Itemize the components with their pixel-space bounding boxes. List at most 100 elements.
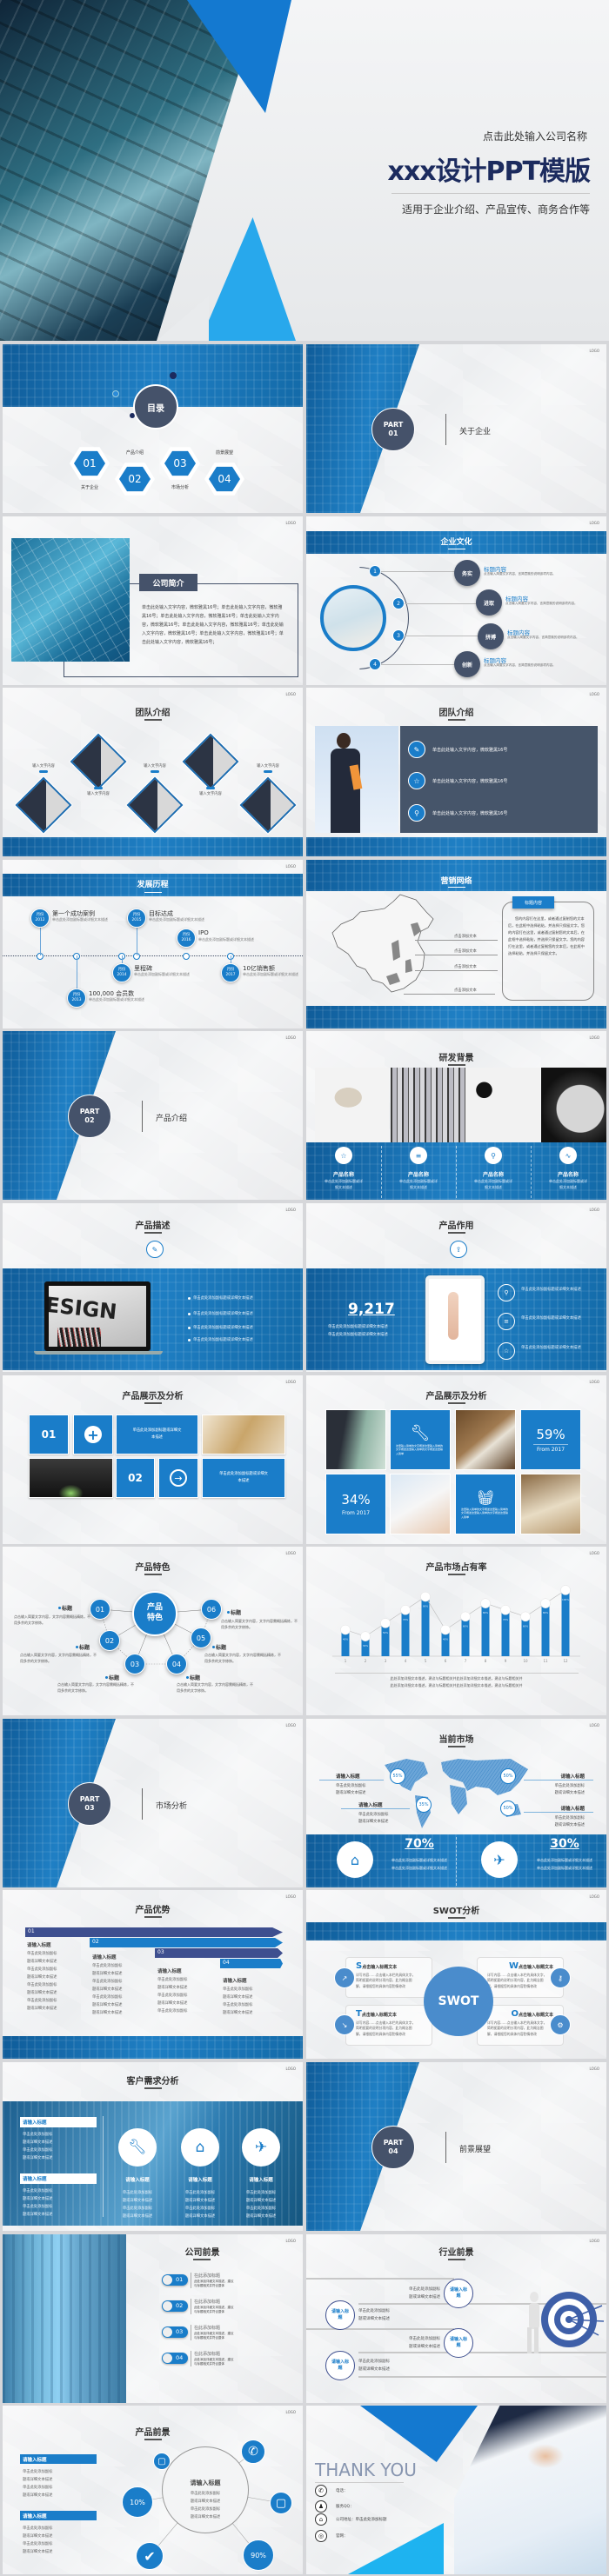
milestone-desc: 单击此处添加副标题或详细文本描述	[149, 917, 204, 922]
advantage-line: 题或详细文本描述	[92, 2011, 123, 2015]
industry-desc: 单击此处添加副标	[409, 2337, 440, 2341]
needs-side-line: 单击此处添加副标	[23, 2133, 53, 2137]
leader-line	[415, 940, 498, 941]
slide-about[interactable]: LOGO 公司简介 单击此处输入文字内容，微软雅黑16号；单击此处输入文字内容，微软…	[3, 516, 303, 685]
swot-center: SWOT	[424, 1967, 493, 2036]
x-tick-label: 5	[425, 1659, 427, 1663]
slide-industry[interactable]: LOGO 行业前景 请输入标题 单击此处添加副标 题或详细文本描述 请输入标题 单击此处添加…	[306, 2234, 606, 2403]
culture-tag: 创新	[454, 651, 480, 677]
column-divider	[531, 1146, 532, 1198]
needs-item-line: 题或详细文本描述	[245, 2199, 277, 2203]
industry-desc: 题或详细文本描述	[358, 2317, 390, 2321]
region-line	[524, 1812, 593, 1813]
slide-company-outlook[interactable]: LOGO 公司前景 01 在此添加标题 此处添加详细文本描述，建议 与标题相关并符合整体 0…	[3, 2234, 303, 2403]
milestone-desc: 单击此处添加副标题或详细文本描述	[243, 972, 298, 976]
advantage-line: 单击此处添加副标	[92, 1980, 123, 1984]
x-tick-label: 7	[465, 1659, 467, 1663]
title-underline	[448, 1917, 465, 1919]
pct-value: 90%	[251, 2551, 266, 2559]
slide-swot[interactable]: LOGO SWOT分析 S点击输入标题文本 详写内容……点击输入本栏的具体文字，简明扼…	[306, 1890, 606, 2059]
bar-value-label: 40%	[443, 1638, 449, 1641]
slide-product-desc[interactable]: LOGO 产品描述 ✎ ESIGN 单击此处添加副标题或详细文本描述 单击此处添加副标题或…	[3, 1203, 303, 1372]
title-underline	[448, 887, 465, 888]
target-illustration	[527, 2292, 605, 2353]
slide-title: 发展历程	[137, 881, 169, 889]
slide-product-show-1[interactable]: LOGO 产品展示及分析 01 + 单击此处添加副标题或详细文本描述 02 → 单击此处添加副…	[3, 1375, 303, 1544]
slide-market-share[interactable]: LOGO 产品市场占有率 40% 1 30% 2 50% 3 70% 4 90% 5 40% 6 60% 7 8…	[306, 1547, 606, 1715]
slide-part-1[interactable]: LOGO PART 01 关于企业	[306, 344, 606, 513]
needs-side-line: 单击此处添加副标	[23, 2205, 53, 2209]
x-tick-label: 4	[405, 1659, 407, 1663]
slide-title: SWOT分析	[432, 1907, 480, 1916]
bar-marker	[560, 1585, 571, 1595]
advantage-line: 题或详细文本描述	[27, 2007, 57, 2011]
row-rule	[306, 2328, 454, 2330]
feature-node: 04	[166, 1654, 187, 1674]
milestone-desc: 单击此处添加副标题或详细文本描述	[52, 917, 108, 922]
needs-side-line: 题或详细文本描述	[23, 2156, 53, 2160]
slide-advantage[interactable]: LOGO 产品优势 01 请输入标题 单击此处添加副标 题或详细文本描述 单击此处添加副标题…	[3, 1890, 303, 2059]
cover-title: xxx设计PPT模版	[387, 156, 591, 187]
slide-toc[interactable]: 目录 01 关于企业 02 产品介绍 03 市场分析 04 前景展望	[3, 344, 303, 513]
slide-current-market[interactable]: LOGO 当前市场 55% 35% 50% 50% 请输入标题 单击此处添加副标 题或详细文本描…	[306, 1719, 606, 1887]
culture-node: 2	[392, 597, 405, 609]
slide-team-1[interactable]: LOGO 团队介绍 输入文字内容 输入文字内容 输入文字内容 输入文字内容 输入文字内容	[3, 688, 303, 856]
part-name: 市场分析	[156, 1802, 188, 1811]
bullet-dot	[187, 1338, 191, 1341]
slide-product-show-2[interactable]: LOGO 产品展示及分析 🔧︎ 这里输入简单的文字概述这里输入简单的文字概述这里输入简…	[306, 1375, 606, 1544]
advantage-line: 题或详细文本描述	[92, 1987, 123, 1992]
toc-label: 市场分析	[171, 485, 189, 490]
slide-part-4[interactable]: LOGO PART 04 前景展望	[306, 2062, 606, 2231]
bulb-icon: ⚲	[408, 804, 425, 822]
swot-desc: 详写内容……点击输入本栏的具体文字，简明扼要的说明分项内容，此为概念图解，请根据…	[356, 2020, 416, 2036]
tablet-icon: ▢	[153, 2453, 171, 2470]
tile-text: 单击此处添加副标题或详细文本描述	[132, 1428, 182, 1440]
bar-num: 03	[157, 1949, 164, 1955]
region-line	[524, 1780, 593, 1781]
needs-item-line: 题或详细文本描述	[122, 2214, 153, 2219]
year-bubble: 月份 2013	[67, 988, 86, 1008]
percent-badge: 90%	[243, 2539, 274, 2571]
node-num: 04	[171, 1660, 182, 1668]
businessman-photo	[29, 1458, 113, 1498]
slide-history[interactable]: LOGO 发展历程 月份 2012 第一个成功案例 单击此处添加副标题或详细文本描述 月份 2…	[3, 860, 303, 1028]
industry-desc: 单击此处添加副标	[409, 2287, 440, 2292]
slide-part-2[interactable]: LOGO PART 02 产品介绍	[3, 1031, 303, 1200]
slide-title: 产品描述	[135, 1221, 171, 1231]
pct: 50%	[503, 1774, 513, 1779]
cover-slide[interactable]: 点击此处输入公司名称 xxx设计PPT模版 适用于企业介绍、产品宣传、商务合作等	[0, 0, 609, 341]
slide-needs[interactable]: LOGO 客户需求分析 请输入标题 单击此处添加副标 题或详细文本描述 单击此处添加副标题…	[3, 2062, 303, 2231]
feature-title: 标题	[190, 1675, 201, 1681]
tile-text: 单击此处添加副标题或详细文本描述	[219, 1472, 268, 1483]
slide-network[interactable]: LOGO营销网络点击添加文本点击添加文本点击添加文本点击添加文本标题内容您的内容…	[306, 860, 606, 1028]
part-divider	[445, 414, 446, 445]
slide-thank-you[interactable]: THANK YOU ✆ 电话： ♟ 服务QQ： ⌂ 公司地址：单击此处添加标题 ◎ 官网：	[306, 2406, 606, 2574]
outlook-num: 04	[176, 2354, 184, 2361]
slide-features[interactable]: LOGO 产品特色 产品特色 01 02 03 04 05 06 标题 点击输入简要文字内容，文字内…	[3, 1547, 303, 1715]
desc-bullet: 单击此处添加副标题或详细文本描述	[193, 1296, 253, 1301]
logo: LOGO	[285, 692, 296, 696]
logo: LOGO	[285, 521, 296, 525]
slide-product-effect[interactable]: LOGO 产品作用 ⇪ 9,217 单击此处添加副标题或详细文本描述 单击此处添加副标题或…	[306, 1203, 606, 1372]
slide-part-3[interactable]: LOGO PART 03 市场分析	[3, 1719, 303, 1887]
gear-icon: ⚙	[550, 2014, 571, 2035]
slide-culture[interactable]: LOGO 企业文化 1 务实 标题内容 点击输入简要文字内容，言简意赅的说明该项内容。 2 进…	[306, 516, 606, 685]
title-underline	[144, 1916, 162, 1918]
slide-rd[interactable]: LOGO 研发背景 ☆ 产品名称 单击此处添加副标题或详细文本描述 ≡ 产品名称 单击此处添加…	[306, 1031, 606, 1200]
node-num: 4	[373, 661, 377, 668]
outlook-title: 在此添加标题	[194, 2352, 221, 2357]
slide-team-2[interactable]: LOGO 团队介绍 ✎ 单击此处输入文字内容，微软雅黑16号 ☆ 单击此处输入文字内容，微…	[306, 688, 606, 856]
tile-arrow: →	[158, 1458, 198, 1498]
person-suit	[331, 749, 360, 833]
slide-product-outlook[interactable]: LOGO 产品前景 请输入标题 单击此处添加副标 题或详细文本描述 单击此处添加副标 题或详…	[3, 2406, 303, 2574]
outlook-toggle: 01	[162, 2274, 188, 2286]
chart-up-icon: ↗	[334, 1967, 355, 1988]
outlook-num: 02	[176, 2302, 184, 2309]
screen-word: ESIGN	[49, 1292, 118, 1325]
trend-line	[345, 1589, 566, 1637]
feature-node: 02	[99, 1630, 120, 1651]
slide-title: 产品展示及分析	[122, 1392, 184, 1401]
culture-tag: 务实	[454, 560, 480, 586]
year-bubble: 月份 2015	[127, 909, 146, 928]
center-line: 单击此处添加副标	[190, 2507, 221, 2512]
